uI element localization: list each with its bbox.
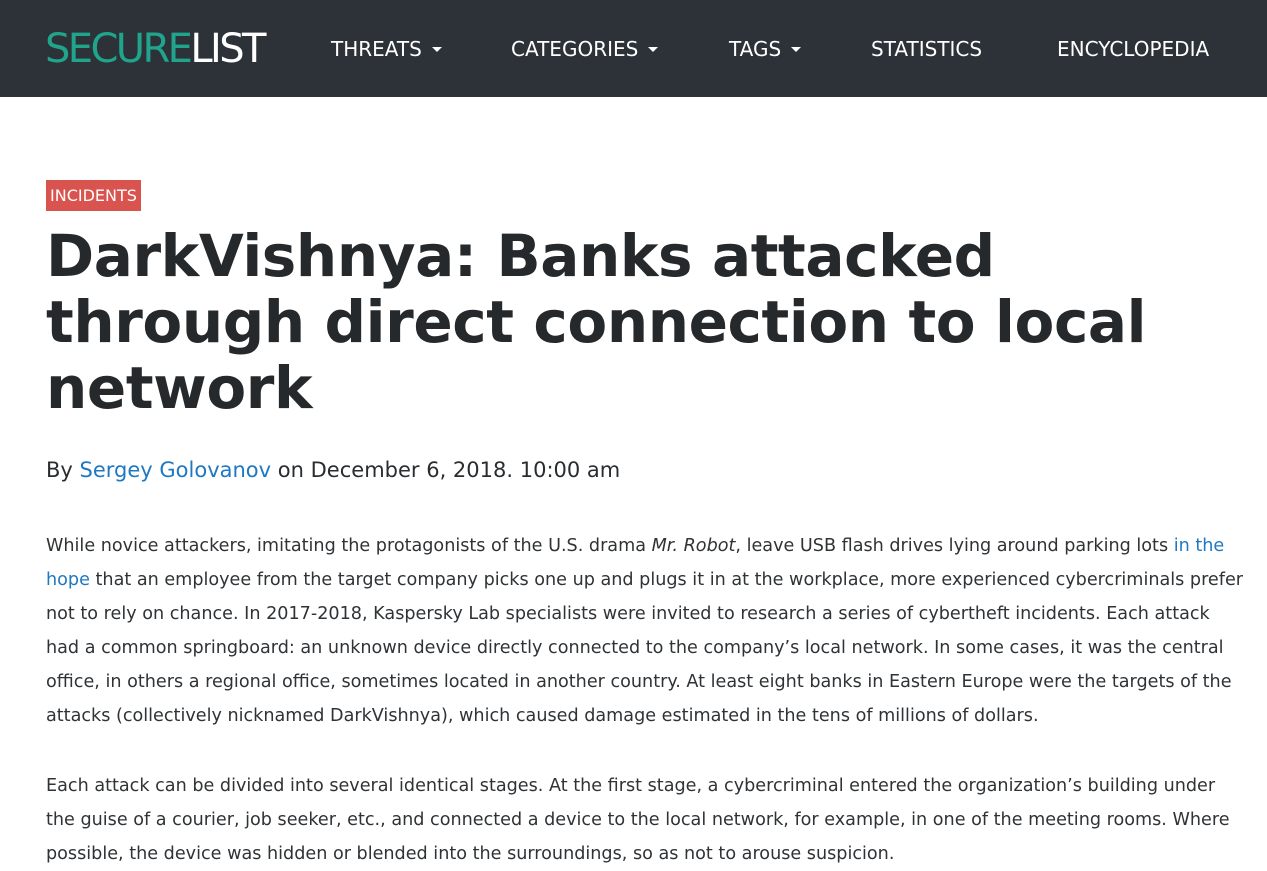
author-link[interactable]: Sergey Golovanov bbox=[80, 458, 272, 482]
nav-item-label: TAGS bbox=[729, 37, 782, 61]
emphasis-text: Mr. Robot bbox=[651, 536, 736, 556]
caret-down-icon bbox=[431, 46, 442, 52]
article-title: DarkVishnya: Banks attacked through dire… bbox=[46, 222, 1147, 422]
nav-item-label: STATISTICS bbox=[871, 37, 983, 61]
paragraph-text: While novice attackers, imitating the pr… bbox=[46, 536, 652, 556]
nav-item-tags[interactable]: TAGS bbox=[729, 34, 802, 64]
nav-item-statistics[interactable]: STATISTICS bbox=[871, 34, 982, 64]
publish-date: December 6, 2018. 10:00 am bbox=[310, 458, 621, 482]
article-paragraph: Each attack can be divided into several … bbox=[46, 776, 1230, 864]
site-header: SECURE LIST THREATS CATEGORIES TAGS STATI… bbox=[0, 0, 1267, 97]
byline-prefix: By bbox=[46, 458, 73, 482]
byline: By Sergey Golovanov on December 6, 2018.… bbox=[46, 455, 1246, 485]
paragraph-text: , leave USB flash drives lying around pa… bbox=[735, 536, 1174, 556]
article-paragraph: While novice attackers, imitating the pr… bbox=[46, 529, 1246, 733]
caret-down-icon bbox=[648, 46, 659, 52]
main-nav: THREATS CATEGORIES TAGS STATISTICS ENCYC… bbox=[0, 34, 1267, 64]
byline-date-prefix: on bbox=[277, 458, 304, 482]
article: INCIDENTS DarkVishnya: Banks attacked th… bbox=[46, 180, 1246, 871]
nav-item-label: ENCYCLOPEDIA bbox=[1057, 37, 1210, 61]
nav-item-label: THREATS bbox=[331, 37, 422, 61]
paragraph-text: that an employee from the target company… bbox=[46, 570, 1244, 726]
category-badge[interactable]: INCIDENTS bbox=[46, 180, 141, 211]
nav-item-threats[interactable]: THREATS bbox=[331, 34, 442, 64]
nav-item-encyclopedia[interactable]: ENCYCLOPEDIA bbox=[1057, 34, 1209, 64]
caret-down-icon bbox=[791, 46, 802, 52]
nav-item-categories[interactable]: CATEGORIES bbox=[511, 34, 659, 64]
nav-item-label: CATEGORIES bbox=[511, 37, 639, 61]
